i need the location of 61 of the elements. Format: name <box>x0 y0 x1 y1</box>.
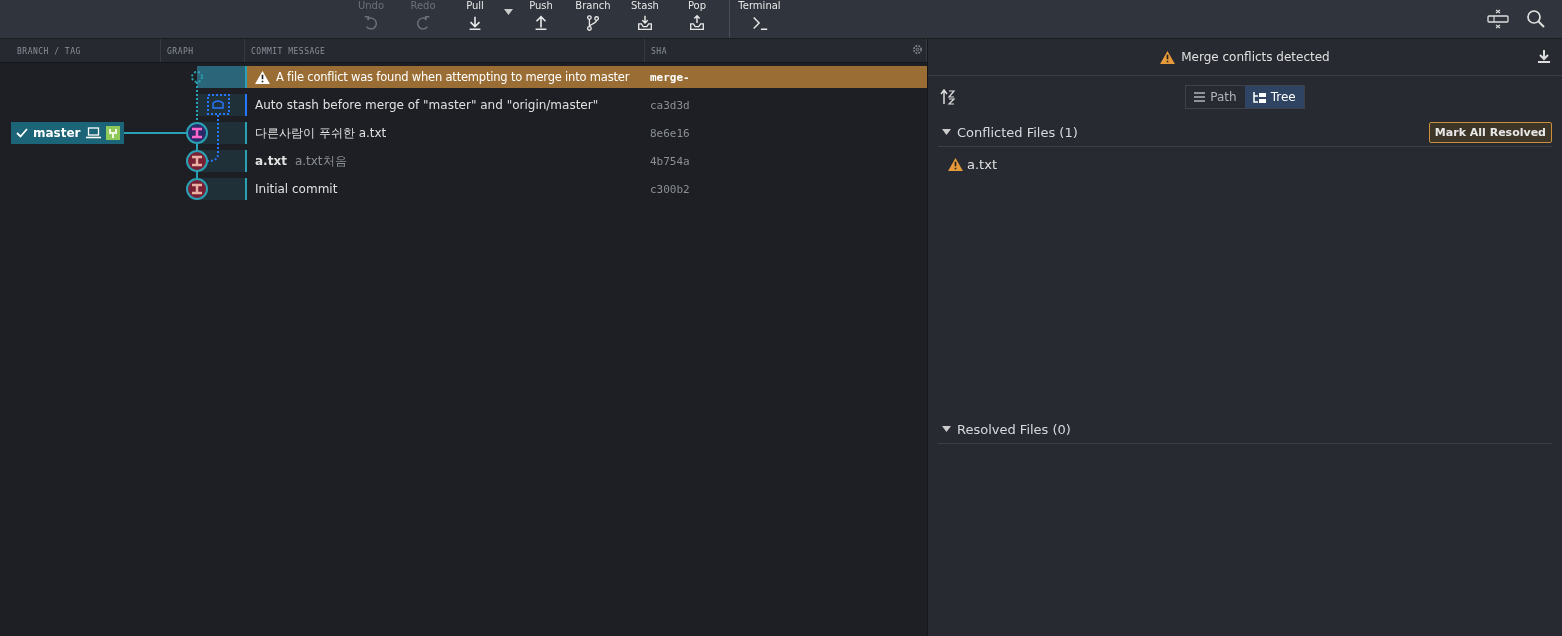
commit-node[interactable] <box>186 150 208 172</box>
section-title[interactable]: Resolved Files (0) <box>957 421 1071 437</box>
commit-sha: merge- <box>645 66 927 88</box>
settings-icon[interactable] <box>912 44 923 55</box>
pop-button[interactable]: Pop <box>671 0 723 38</box>
layout-toggle-icon[interactable] <box>1486 7 1510 31</box>
expanded-caret-icon[interactable] <box>942 426 951 432</box>
stash-icon <box>636 14 654 32</box>
commit-message[interactable]: Initial commit <box>245 178 645 200</box>
pull-button[interactable]: Pull <box>449 0 501 38</box>
commit-message[interactable]: 다른사람이 푸쉬한 a.txt <box>245 122 645 144</box>
tree-icon <box>1252 91 1266 103</box>
commit-node[interactable] <box>186 122 208 144</box>
column-header[interactable]: GRAPH <box>161 39 245 62</box>
avatar-icon <box>105 126 120 140</box>
message-text: Initial commit <box>255 182 338 196</box>
pending-merge-node[interactable] <box>191 71 203 83</box>
commit-message[interactable]: a.txt a.txt처음 <box>245 150 645 172</box>
warning-icon <box>948 157 963 171</box>
column-header[interactable]: SHA <box>645 39 927 62</box>
commit-sha: 4b754a <box>649 154 691 168</box>
push-button[interactable]: Push <box>515 0 567 38</box>
merge-status-title: Merge conflicts detected <box>1181 50 1330 64</box>
pop-icon <box>688 14 706 32</box>
message-text: a.txt <box>255 154 287 168</box>
branch-name: master <box>33 126 81 140</box>
message-text: 다른사람이 푸쉬한 a.txt <box>255 124 387 142</box>
list-icon <box>1194 92 1206 102</box>
column-header[interactable]: BRANCH / TAG <box>0 39 161 62</box>
undo-icon <box>362 14 380 32</box>
sort-icon[interactable] <box>940 89 956 105</box>
commit-message[interactable]: Auto stash before merge of "master" and "origin/master" <box>245 94 645 116</box>
graph-edge <box>196 81 198 123</box>
mark-all-resolved-button[interactable]: Mark All Resolved <box>1428 121 1552 143</box>
file-name: a.txt <box>967 156 997 172</box>
conflicted-file[interactable]: a.txt <box>938 147 1552 181</box>
stash-edge <box>207 114 219 162</box>
column-header[interactable]: COMMIT MESSAGE <box>245 39 645 62</box>
commit-sha: ca3d3d <box>649 98 691 112</box>
message-detail: a.txt처음 <box>294 152 347 170</box>
warning-icon <box>1160 50 1176 64</box>
stash-button[interactable]: Stash <box>619 0 671 38</box>
warning-icon <box>255 70 270 84</box>
terminal-button[interactable]: Terminal <box>729 0 789 38</box>
redo-icon <box>414 14 432 32</box>
laptop-icon <box>85 127 101 139</box>
commit-sha: 8e6e16 <box>649 126 691 140</box>
stash-node[interactable] <box>207 94 230 115</box>
download-icon[interactable] <box>1538 50 1550 63</box>
message-text: A file conflict was found when attempting to merge into master <box>276 70 630 84</box>
commit-node[interactable] <box>186 178 208 200</box>
caret-icon[interactable] <box>503 9 513 15</box>
branch-label[interactable]: master <box>11 122 124 144</box>
message-text: Auto stash before merge of "master" and "origin/master" <box>255 98 599 112</box>
expanded-caret-icon[interactable] <box>942 129 951 135</box>
section-title[interactable]: Conflicted Files (1) <box>957 124 1078 140</box>
branch-icon <box>584 14 602 32</box>
view-tab[interactable]: Tree <box>1244 86 1304 108</box>
branch-button[interactable]: Branch <box>567 0 619 38</box>
conflict-banner[interactable]: A file conflict was found when attempting to merge into master <box>245 66 645 88</box>
commit-sha: c300b2 <box>649 182 691 196</box>
